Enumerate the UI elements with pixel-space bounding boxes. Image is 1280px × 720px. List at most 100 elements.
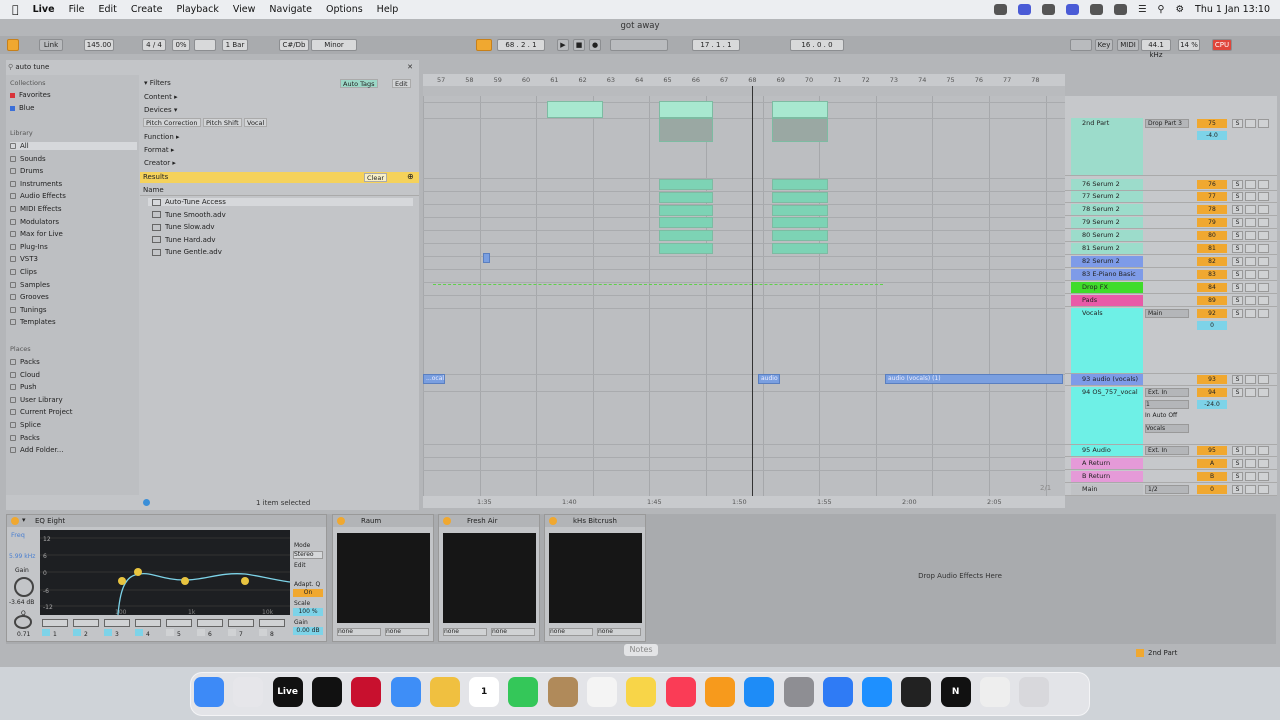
collection-favorites[interactable]: Favorites <box>10 91 51 99</box>
band-toggle[interactable] <box>73 629 81 636</box>
loop-brace[interactable] <box>423 86 1065 96</box>
loop-length[interactable]: 16 . 0 . 0 <box>790 39 844 51</box>
dock-launchpad-icon[interactable] <box>233 677 264 707</box>
library-item[interactable]: Max for Live <box>10 230 63 238</box>
midi-clip[interactable] <box>659 217 713 229</box>
solo-button[interactable]: S <box>1232 257 1243 266</box>
eq-band-node[interactable] <box>134 568 142 576</box>
dock-notes-icon[interactable] <box>626 677 657 707</box>
track-name[interactable]: 77 Serum 2 <box>1082 192 1120 200</box>
dock-splice-icon[interactable] <box>311 677 342 707</box>
filter-type-select[interactable] <box>197 619 223 627</box>
library-item[interactable]: Drums <box>10 167 43 175</box>
auto-tags-button[interactable]: Auto Tags <box>340 79 378 88</box>
eq-band-control[interactable]: 5 <box>166 619 194 639</box>
library-item[interactable]: Clips <box>10 268 37 276</box>
track-header[interactable]: Main 1/2 0 S <box>1065 484 1277 496</box>
menu-playback[interactable]: Playback <box>176 4 218 15</box>
track-name[interactable]: 94 OS_757_vocal <box>1082 388 1138 396</box>
track-name[interactable]: A Return <box>1082 459 1110 467</box>
track-volume[interactable]: 77 <box>1197 192 1227 201</box>
midi-clip[interactable] <box>659 204 713 216</box>
track-name[interactable]: Pads <box>1082 296 1097 304</box>
arm-button[interactable] <box>1245 485 1256 494</box>
library-item[interactable]: VST3 <box>10 255 38 263</box>
track-io[interactable]: Main <box>1145 309 1189 318</box>
track-name[interactable]: 81 Serum 2 <box>1082 244 1120 252</box>
track-header[interactable]: Pads 89 S <box>1065 295 1277 307</box>
track-volume[interactable]: B <box>1197 472 1227 481</box>
output-select[interactable]: Vocals <box>1145 424 1189 433</box>
browser-toggle[interactable] <box>7 39 19 51</box>
arm-button[interactable] <box>1245 309 1256 318</box>
monitor-toggle[interactable]: In Auto Off <box>1145 412 1177 419</box>
filter-type-select[interactable] <box>135 619 161 627</box>
solo-button[interactable]: S <box>1232 459 1243 468</box>
track-volume[interactable]: 81 <box>1197 244 1227 253</box>
track-header[interactable]: 94 OS_757_vocal Ext. In 94 S -24.0 1 In Auto O… <box>1065 387 1277 445</box>
audio-clip[interactable]: ...ocal <box>423 374 445 384</box>
dock-app-icon[interactable] <box>980 677 1010 707</box>
solo-button[interactable]: S <box>1232 446 1243 455</box>
place-item[interactable]: Packs <box>10 434 40 442</box>
midi-clip[interactable] <box>772 179 828 190</box>
track-pan[interactable]: 0 <box>1197 321 1227 330</box>
track-name[interactable]: 95 Audio <box>1082 446 1111 454</box>
mode-select[interactable]: Stereo <box>293 551 323 559</box>
arm-button[interactable] <box>1245 257 1256 266</box>
track-volume[interactable]: A <box>1197 459 1227 468</box>
power-icon[interactable] <box>549 517 557 525</box>
track-name[interactable]: 93 audio (vocals) <box>1082 375 1138 383</box>
gain-knob[interactable] <box>14 577 34 597</box>
dock-trash-icon[interactable] <box>1019 677 1050 707</box>
menu-view[interactable]: View <box>233 4 256 15</box>
band-toggle[interactable] <box>197 629 205 636</box>
solo-button[interactable]: S <box>1232 375 1243 384</box>
solo-button[interactable]: S <box>1232 270 1243 279</box>
track-header[interactable]: 2nd Part Drop Part 3 75 S -4.0 <box>1065 118 1277 176</box>
arm-button[interactable] <box>1245 296 1256 305</box>
midi-clip[interactable] <box>772 217 828 229</box>
record-arm-icon[interactable] <box>1258 446 1269 455</box>
track-name[interactable]: 76 Serum 2 <box>1082 180 1120 188</box>
midi-clip[interactable] <box>772 243 828 254</box>
arm-button[interactable] <box>1245 446 1256 455</box>
track-header[interactable]: 82 Serum 2 82 S <box>1065 256 1277 268</box>
scale-value[interactable]: 100 % <box>293 608 323 616</box>
menu-app[interactable]: Live <box>33 4 55 15</box>
time-signature[interactable]: 4 / 4 <box>142 39 166 51</box>
record-arm-icon[interactable] <box>1258 485 1269 494</box>
track-volume[interactable]: 83 <box>1197 270 1227 279</box>
filter-devices[interactable]: Devices ▾ <box>144 106 177 114</box>
tempo-field[interactable]: 145.00 <box>84 39 114 51</box>
record-arm-icon[interactable] <box>1258 296 1269 305</box>
track-header[interactable]: Vocals Main 92 S 0 <box>1065 308 1277 374</box>
dock-live-icon[interactable]: Live <box>272 677 303 707</box>
arm-button[interactable] <box>1245 244 1256 253</box>
quantize-select[interactable]: 1 Bar <box>222 39 248 51</box>
track-io[interactable]: Ext. In <box>1145 446 1189 455</box>
record-arm-icon[interactable] <box>1258 257 1269 266</box>
record-arm-icon[interactable] <box>1258 244 1269 253</box>
track-volume[interactable]: 95 <box>1197 446 1227 455</box>
solo-button[interactable]: S <box>1232 180 1243 189</box>
filter-function[interactable]: Function ▸ <box>144 133 180 141</box>
library-item[interactable]: Modulators <box>10 218 59 226</box>
track-volume[interactable]: 93 <box>1197 375 1227 384</box>
track-lane[interactable] <box>423 178 1065 179</box>
library-item[interactable]: Samples <box>10 281 50 289</box>
freq-value[interactable]: 5.99 kHz <box>9 553 35 560</box>
eq-band-control[interactable]: 2 <box>73 619 101 639</box>
arm-button[interactable] <box>1245 459 1256 468</box>
track-name[interactable]: Drop FX <box>1082 283 1108 291</box>
track-lane[interactable] <box>423 118 1065 119</box>
status-icon[interactable] <box>1065 4 1079 15</box>
track-name[interactable]: B Return <box>1082 472 1110 480</box>
status-icon[interactable] <box>1017 4 1031 15</box>
track-header[interactable]: 76 Serum 2 76 S <box>1065 179 1277 191</box>
automation-line[interactable] <box>433 284 883 285</box>
track-name[interactable]: Main <box>1082 485 1098 493</box>
record-button[interactable]: ● <box>589 39 601 51</box>
place-item[interactable]: Current Project <box>10 408 72 416</box>
track-io[interactable]: Drop Part 3 <box>1145 119 1189 128</box>
